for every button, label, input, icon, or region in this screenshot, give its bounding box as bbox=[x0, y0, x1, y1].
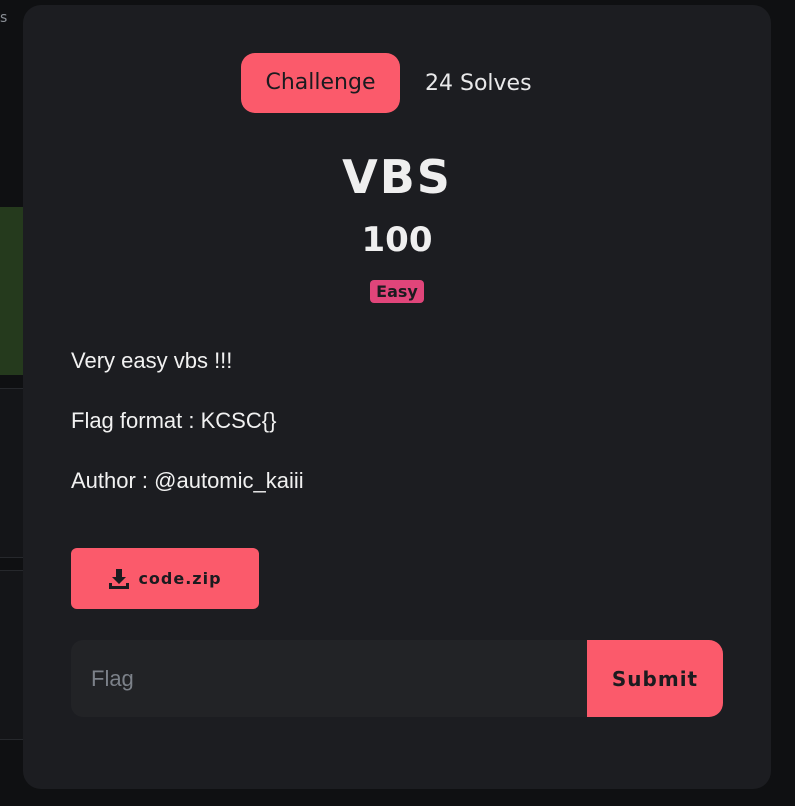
difficulty-badge: Easy bbox=[370, 280, 424, 303]
submit-button[interactable]: Submit bbox=[587, 640, 723, 717]
download-label: code.zip bbox=[138, 569, 222, 588]
challenge-points: 100 bbox=[361, 220, 433, 260]
download-icon bbox=[109, 568, 130, 589]
description-line: Very easy vbs !!! bbox=[71, 348, 233, 373]
author-line: Author : @automic_kaiii bbox=[71, 468, 304, 493]
flag-input[interactable] bbox=[71, 640, 587, 717]
flag-submit-form: Submit bbox=[71, 640, 723, 717]
background-edge-text: s bbox=[0, 10, 8, 26]
tab-solves[interactable]: 24 Solves bbox=[425, 71, 532, 96]
tab-challenge[interactable]: Challenge bbox=[241, 53, 400, 113]
flag-format-line: Flag format : KCSC{} bbox=[71, 408, 277, 433]
download-attachment-button[interactable]: code.zip bbox=[71, 548, 259, 609]
modal-tabs: Challenge 24 Solves bbox=[241, 53, 532, 113]
challenge-modal: Challenge 24 Solves VBS 100 Easy Very ea… bbox=[23, 5, 771, 789]
challenge-title: VBS bbox=[342, 150, 452, 204]
difficulty-badge-wrap: Easy bbox=[23, 280, 771, 303]
